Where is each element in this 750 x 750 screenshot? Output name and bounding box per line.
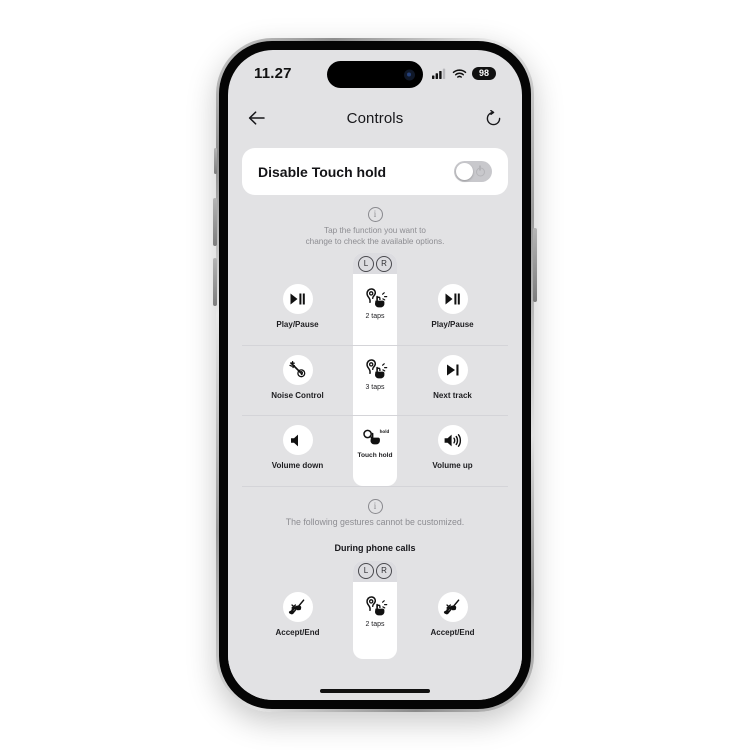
right-action-cell: Accept/End [397, 582, 508, 637]
right-action-label: Volume up [432, 461, 473, 471]
right-action-cell[interactable]: Volume up [397, 415, 508, 470]
left-action-label: Noise Control [271, 390, 324, 400]
during-phone-calls-heading: During phone calls [334, 542, 416, 553]
info-icon: i [367, 498, 383, 514]
info-secondary-block: i The following gestures cannot be custo… [228, 487, 522, 529]
gesture-row: Play/Pause 2 taps Play/Pause [242, 274, 508, 345]
left-action-cell[interactable]: Noise Control [242, 345, 353, 400]
signal-bars-icon [432, 68, 447, 79]
right-action-cell[interactable]: Next track [397, 345, 508, 400]
calls-lr-header: L R [353, 560, 397, 582]
ear-three-taps-icon [362, 358, 388, 380]
phone-screen: 11.27 98 Controls Disable Touch hold i T… [228, 50, 522, 700]
battery-indicator: 98 [472, 66, 496, 80]
gesture-label: 2 taps [365, 313, 385, 321]
info-primary-text: Tap the function you want to change to c… [228, 225, 522, 247]
calls-gesture-rows: Accept/End 2 taps Accept/End [242, 582, 508, 659]
gesture-label: 3 taps [365, 383, 385, 391]
left-action-cell[interactable]: Volume down [242, 415, 353, 470]
left-action-label: Accept/End [275, 627, 320, 637]
dynamic-island [327, 61, 423, 88]
volume-up-icon [437, 425, 468, 456]
switch-knob [456, 163, 473, 180]
gesture-label: 2 taps [365, 620, 385, 628]
hand-touch-hold-icon: hold [361, 428, 389, 448]
ear-two-taps-icon [362, 287, 388, 309]
ear-two-taps-icon [362, 595, 388, 617]
right-earbud-badge: R [376, 255, 392, 272]
call-accept-end-icon [437, 591, 468, 622]
disable-touch-hold-label: Disable Touch hold [258, 163, 387, 180]
gesture-row: Volume down hold Touch hold Volume up [242, 415, 508, 486]
volume-up-button[interactable] [213, 198, 217, 246]
disable-touch-hold-switch[interactable] [454, 161, 492, 182]
left-action-label: Play/Pause [276, 320, 319, 330]
phone-device-frame: 11.27 98 Controls Disable Touch hold i T… [213, 38, 537, 712]
status-indicators: 98 [432, 66, 496, 80]
gesture-rows: Play/Pause 2 taps Play/Pause Noise Contr… [242, 274, 508, 486]
info-secondary-text: The following gestures cannot be customi… [285, 516, 465, 527]
gesture-cell[interactable]: 3 taps [353, 345, 397, 391]
lr-header: L R [353, 253, 397, 275]
left-action-cell: Accept/End [242, 582, 353, 637]
right-action-cell[interactable]: Play/Pause [397, 274, 508, 329]
info-primary-line2: change to check the available options. [305, 237, 445, 247]
volume-down-icon [282, 425, 313, 456]
reset-icon[interactable] [480, 105, 506, 131]
scroll-content: Disable Touch hold i Tap the function yo… [228, 140, 522, 700]
wifi-icon [452, 68, 467, 79]
front-camera-lens [404, 69, 415, 80]
play-pause-icon [282, 284, 313, 315]
right-action-label: Next track [433, 390, 472, 400]
play-pause-icon [437, 284, 468, 315]
silent-switch[interactable] [214, 148, 217, 174]
call-accept-end-icon [282, 591, 313, 622]
right-earbud-badge: R [376, 563, 392, 579]
right-action-label: Play/Pause [431, 320, 474, 330]
volume-down-button[interactable] [213, 258, 217, 306]
info-icon: i [367, 207, 383, 222]
page-title: Controls [346, 109, 404, 127]
left-action-cell[interactable]: Play/Pause [242, 274, 353, 329]
gesture-row: Noise Control 3 taps Next track [242, 344, 508, 416]
status-time: 11.27 [254, 64, 292, 82]
gesture-cell[interactable]: 2 taps [353, 274, 397, 320]
left-action-label: Volume down [271, 461, 324, 471]
gesture-cell: 2 taps [353, 582, 397, 628]
left-earbud-badge: L [358, 255, 374, 272]
power-button[interactable] [533, 228, 537, 302]
navigation-bar: Controls [228, 96, 522, 140]
next-track-icon [437, 354, 468, 385]
info-primary-line1: Tap the function you want to [324, 226, 426, 235]
gesture-table: L R Play/Pause 2 taps Play/Pause Noise C… [242, 253, 508, 487]
switch-off-icon [476, 165, 485, 176]
screenshot-root: 11.27 98 Controls Disable Touch hold i T… [0, 0, 750, 750]
gesture-label: Touch hold [357, 452, 393, 460]
info-primary-block: i Tap the function you want to change to… [228, 195, 522, 247]
disable-touch-hold-row[interactable]: Disable Touch hold [242, 148, 508, 195]
gesture-cell[interactable]: hold Touch hold [353, 415, 397, 459]
gesture-row: Accept/End 2 taps Accept/End [242, 582, 508, 659]
home-indicator[interactable] [320, 689, 430, 693]
right-action-label: Accept/End [430, 627, 475, 637]
calls-gesture-table: L R Accept/End 2 taps Accept/End [242, 560, 508, 659]
svg-text:hold: hold [380, 429, 389, 434]
back-arrow-icon[interactable] [244, 105, 270, 131]
left-earbud-badge: L [358, 563, 374, 579]
phone-bezel: 11.27 98 Controls Disable Touch hold i T… [219, 41, 531, 709]
noise-control-icon [282, 354, 313, 385]
